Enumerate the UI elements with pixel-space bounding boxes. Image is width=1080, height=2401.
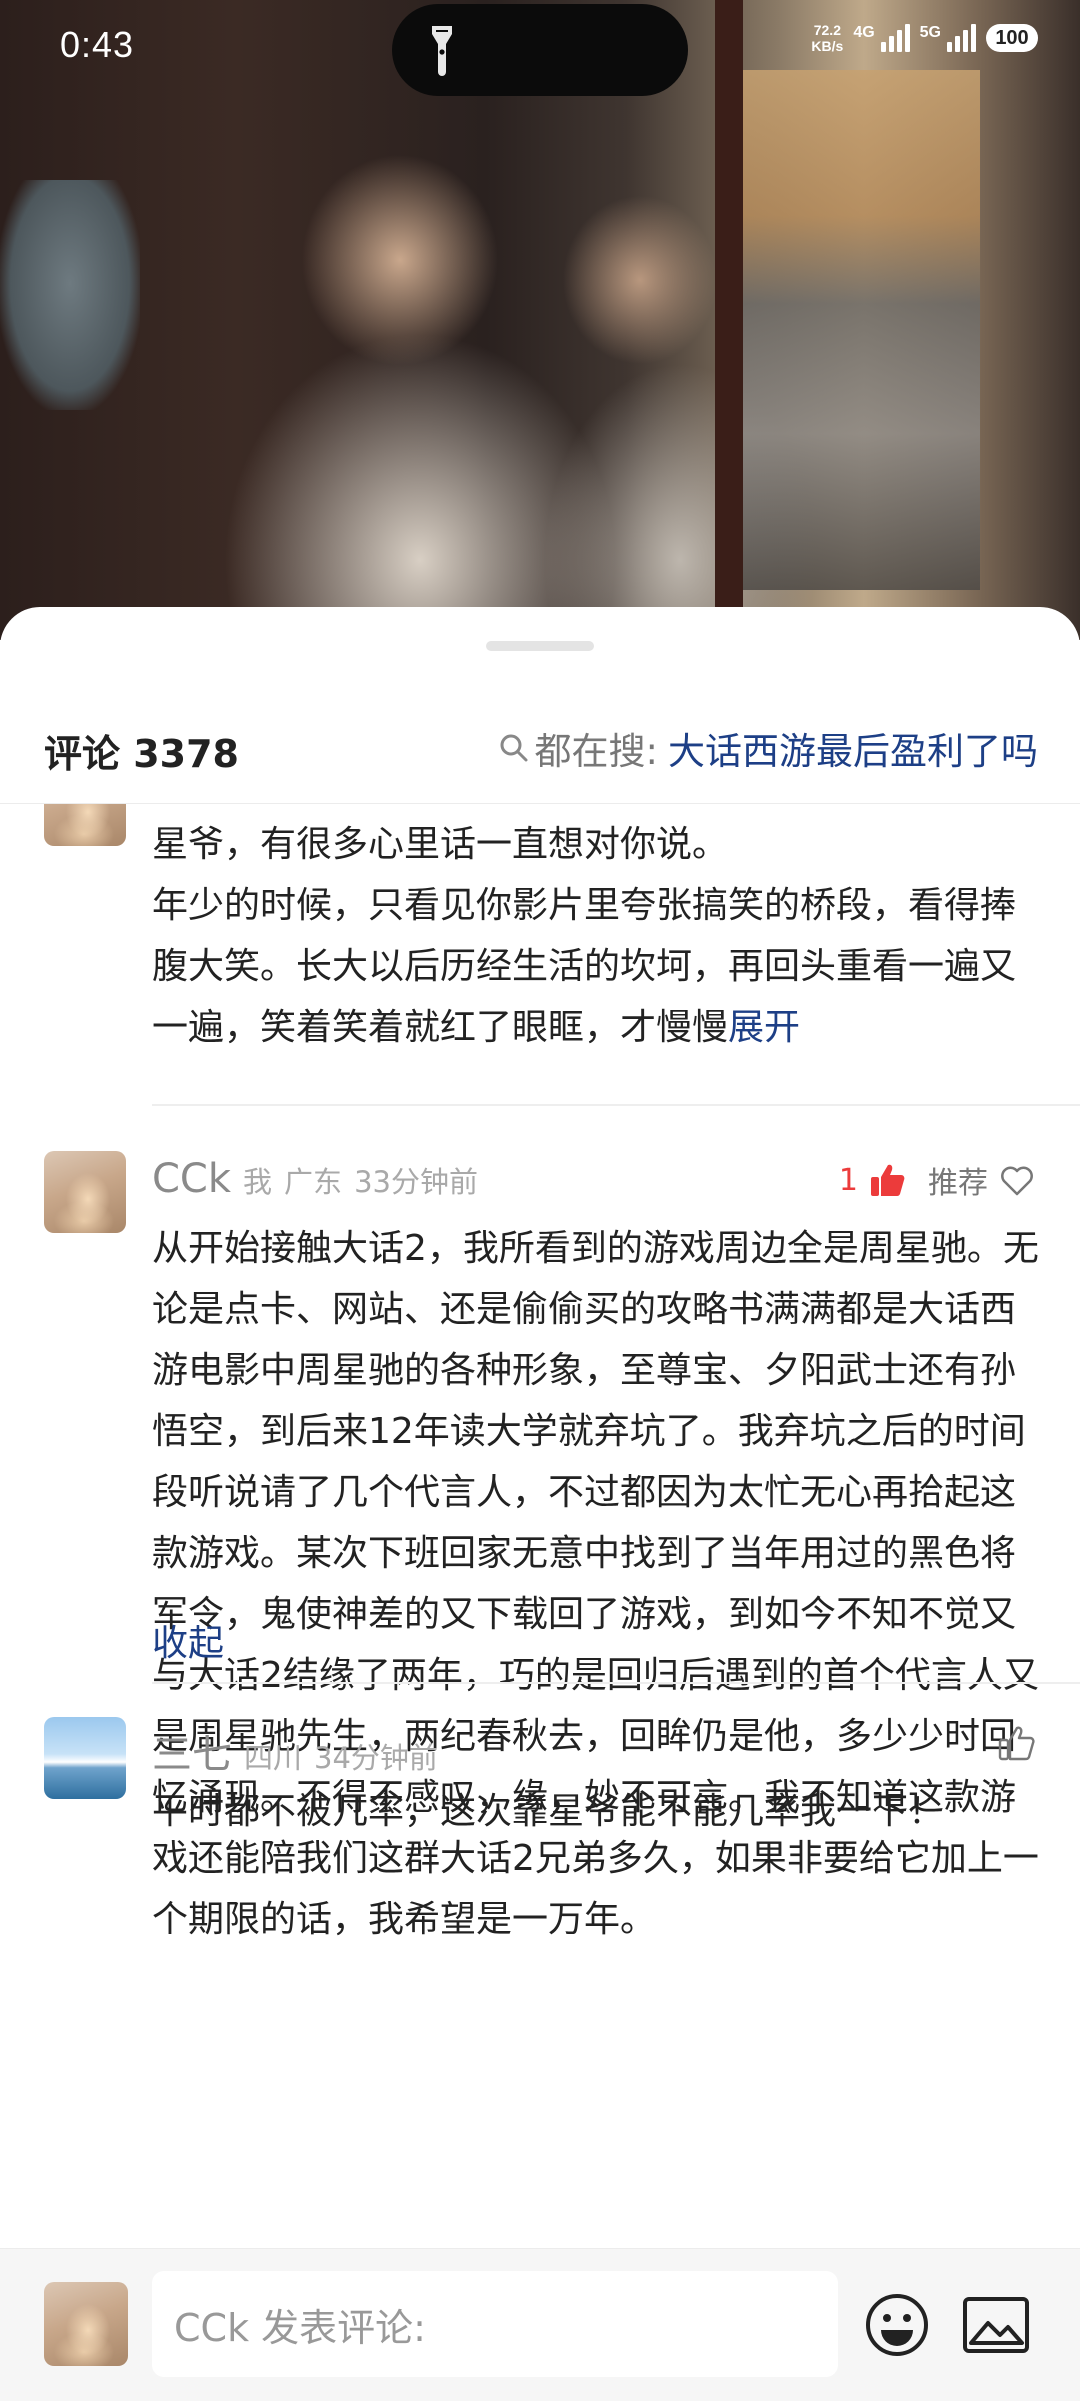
hot-search-label: 都在搜:	[534, 730, 658, 773]
status-indicators: 72.2 KB/s 4G 5G 100	[811, 22, 1038, 54]
hot-search[interactable]: 都在搜: 大话西游最后盈利了吗	[497, 721, 1038, 775]
comment-list[interactable]: 星爷，有很多心里话一直想对你说。 年少的时候，只看见你影片里夸张搞笑的桥段，看得…	[0, 804, 1080, 2260]
comment-divider	[152, 1682, 1080, 1684]
comments-header: 评论 3378 都在搜: 大话西游最后盈利了吗	[0, 707, 1080, 804]
comment-input-bar: CCk 发表评论:	[0, 2248, 1080, 2401]
avatar[interactable]	[44, 2282, 128, 2366]
thumb-up-filled-icon[interactable]	[868, 1161, 906, 1199]
signal-5g-icon: 5G	[920, 24, 976, 52]
comment-location: 四川	[244, 1741, 303, 1775]
like-count: 1	[838, 1162, 858, 1198]
comment-input[interactable]: CCk 发表评论:	[152, 2271, 838, 2377]
comment-count-title: 评论 3378	[44, 732, 239, 776]
hot-search-keyword[interactable]: 大话西游最后盈利了吗	[668, 721, 1038, 775]
comment-time: 34分钟前	[314, 1741, 438, 1775]
network-speed: 72.2 KB/s	[811, 22, 843, 54]
comment-meta: 三七 四川 34分钟前	[152, 1722, 450, 1780]
emoji-icon[interactable]	[864, 2292, 930, 2358]
image-icon[interactable]	[962, 2295, 1030, 2355]
avatar[interactable]	[44, 1717, 126, 1799]
avatar[interactable]	[44, 804, 126, 846]
signal-4g-icon: 4G	[853, 24, 910, 52]
self-tag: 我	[243, 1165, 273, 1199]
signal-4g-label: 4G	[853, 24, 875, 41]
video-frame-door	[715, 0, 743, 640]
flashlight-icon	[432, 26, 452, 76]
comment-time: 33分钟前	[354, 1165, 478, 1199]
comment-username[interactable]: 三七	[152, 1722, 232, 1780]
video-frame-hat	[0, 180, 140, 410]
heart-outline-icon[interactable]	[998, 1161, 1036, 1199]
network-speed-unit: KB/s	[811, 38, 844, 54]
comment-text: 平时都不被几率，这次靠星爷能不能几率我一下！	[152, 1791, 945, 1832]
signal-5g-label: 5G	[919, 24, 941, 41]
collapse-link[interactable]: 收起	[152, 1614, 224, 1666]
comment-text: 星爷，有很多心里话一直想对你说。 年少的时候，只看见你影片里夸张搞笑的桥段，看得…	[152, 814, 1042, 1058]
video-player[interactable]	[0, 0, 1080, 640]
network-speed-value: 72.2	[813, 22, 841, 38]
avatar[interactable]	[44, 1151, 126, 1233]
video-frame-kitchen	[740, 70, 980, 590]
thumb-up-outline-icon[interactable]	[996, 1723, 1036, 1763]
search-icon	[500, 734, 528, 762]
status-time: 0:43	[60, 24, 135, 65]
comment-username[interactable]: CCk	[152, 1156, 231, 1202]
like-area: 1 推荐	[839, 1158, 1036, 1202]
expand-link[interactable]: 展开	[728, 1007, 800, 1048]
sheet-drag-handle[interactable]	[486, 641, 594, 651]
comment-divider	[152, 1104, 1080, 1106]
comment-meta: CCk 我 广东 33分钟前	[152, 1156, 490, 1202]
comment-sheet: 评论 3378 都在搜: 大话西游最后盈利了吗 星爷，有很多心里话一直想对你说。…	[0, 607, 1080, 2400]
recommend-button[interactable]: 推荐	[928, 1158, 988, 1202]
battery-indicator: 100	[986, 24, 1038, 52]
comment-location: 广东	[284, 1165, 343, 1199]
comment-body: 星爷，有很多心里话一直想对你说。 年少的时候，只看见你影片里夸张搞笑的桥段，看得…	[152, 824, 1017, 1048]
